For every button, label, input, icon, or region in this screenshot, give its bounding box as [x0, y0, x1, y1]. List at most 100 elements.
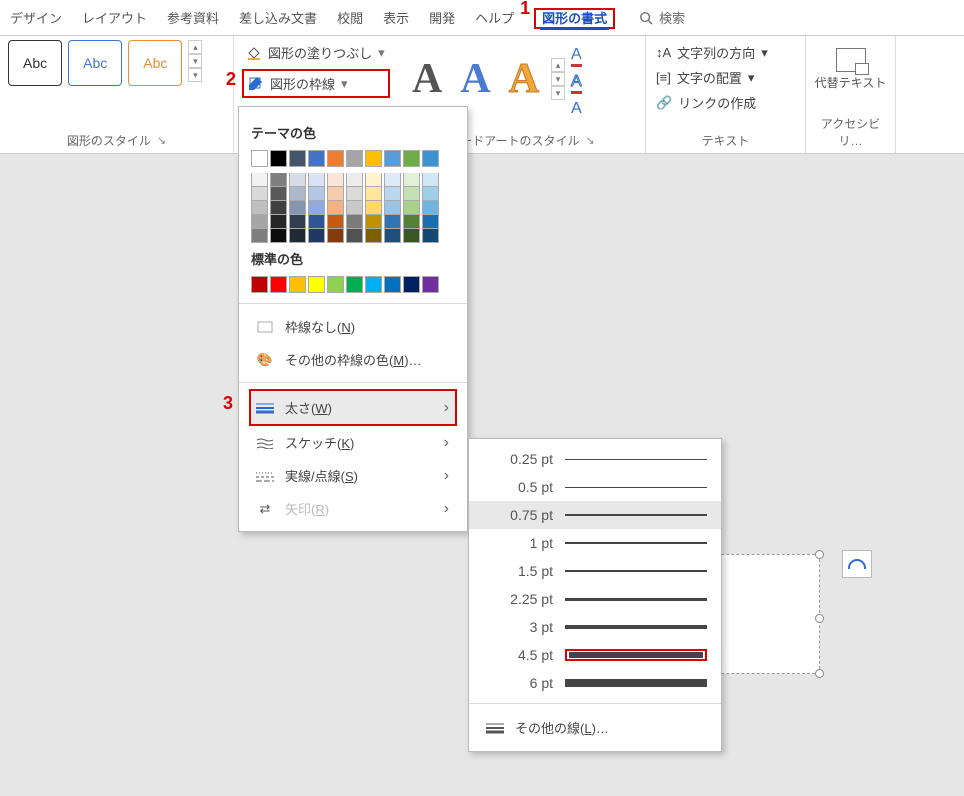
color-swatch[interactable]	[327, 229, 344, 243]
color-swatch[interactable]	[308, 187, 325, 201]
shape-style-2[interactable]: Abc	[68, 40, 122, 86]
color-swatch[interactable]	[403, 276, 420, 293]
tab-shape-format[interactable]: 図形の書式	[534, 8, 615, 29]
weight-option[interactable]: 1 pt	[469, 529, 721, 557]
color-swatch[interactable]	[422, 150, 439, 167]
color-swatch[interactable]	[422, 187, 439, 201]
shape-fill-button[interactable]: 図形の塗りつぶし ▾	[242, 40, 390, 65]
text-outline-icon[interactable]: A	[571, 73, 582, 94]
color-swatch[interactable]	[327, 201, 344, 215]
color-swatch[interactable]	[365, 215, 382, 229]
alt-text-button[interactable]: 代替テキスト	[814, 40, 887, 90]
tab-help[interactable]: ヘルプ	[475, 8, 514, 27]
color-swatch[interactable]	[365, 229, 382, 243]
color-swatch[interactable]	[346, 215, 363, 229]
text-fill-icon[interactable]: A	[571, 46, 582, 67]
color-swatch[interactable]	[289, 229, 306, 243]
weight-option[interactable]: 4.5 pt	[469, 641, 721, 669]
resize-handle[interactable]	[815, 614, 824, 623]
color-swatch[interactable]	[251, 173, 268, 187]
color-swatch[interactable]	[270, 187, 287, 201]
color-swatch[interactable]	[365, 173, 382, 187]
color-swatch[interactable]	[289, 201, 306, 215]
color-swatch[interactable]	[251, 229, 268, 243]
color-swatch[interactable]	[289, 187, 306, 201]
color-swatch[interactable]	[346, 229, 363, 243]
weight-option[interactable]: 0.75 pt	[469, 501, 721, 529]
color-swatch[interactable]	[365, 150, 382, 167]
color-swatch[interactable]	[308, 173, 325, 187]
color-swatch[interactable]	[422, 173, 439, 187]
weight-submenu-item[interactable]: 太さ(W)	[249, 389, 457, 426]
tab-layout[interactable]: レイアウト	[82, 8, 147, 27]
weight-option[interactable]: 1.5 pt	[469, 557, 721, 585]
color-swatch[interactable]	[327, 187, 344, 201]
color-swatch[interactable]	[346, 173, 363, 187]
weight-option[interactable]: 0.5 pt	[469, 473, 721, 501]
color-swatch[interactable]	[422, 276, 439, 293]
color-swatch[interactable]	[384, 229, 401, 243]
color-swatch[interactable]	[346, 150, 363, 167]
weight-option[interactable]: 0.25 pt	[469, 445, 721, 473]
color-swatch[interactable]	[308, 150, 325, 167]
color-swatch[interactable]	[403, 173, 420, 187]
color-swatch[interactable]	[251, 150, 268, 167]
no-outline-item[interactable]: 枠線なし(N)	[251, 310, 455, 343]
color-swatch[interactable]	[384, 201, 401, 215]
color-swatch[interactable]	[251, 276, 268, 293]
color-swatch[interactable]	[308, 229, 325, 243]
color-swatch[interactable]	[384, 215, 401, 229]
layout-options-button[interactable]	[842, 550, 872, 578]
color-swatch[interactable]	[403, 229, 420, 243]
color-swatch[interactable]	[384, 150, 401, 167]
color-swatch[interactable]	[365, 201, 382, 215]
color-swatch[interactable]	[270, 173, 287, 187]
more-lines-item[interactable]: その他の線(L)…	[469, 710, 721, 745]
color-swatch[interactable]	[365, 276, 382, 293]
color-swatch[interactable]	[251, 215, 268, 229]
color-swatch[interactable]	[422, 229, 439, 243]
tab-design[interactable]: デザイン	[10, 8, 62, 27]
color-swatch[interactable]	[327, 276, 344, 293]
color-swatch[interactable]	[270, 229, 287, 243]
color-swatch[interactable]	[346, 201, 363, 215]
color-swatch[interactable]	[251, 187, 268, 201]
wordart-style-1[interactable]: A	[406, 55, 448, 103]
wordart-spinner[interactable]: ▴▾▾	[551, 58, 565, 100]
color-swatch[interactable]	[308, 276, 325, 293]
color-swatch[interactable]	[384, 173, 401, 187]
shape-outline-button[interactable]: 図形の枠線 ▾	[242, 69, 390, 98]
color-swatch[interactable]	[384, 187, 401, 201]
sketch-submenu-item[interactable]: スケッチ(K)	[251, 426, 455, 459]
color-swatch[interactable]	[346, 187, 363, 201]
color-swatch[interactable]	[346, 276, 363, 293]
color-swatch[interactable]	[422, 201, 439, 215]
color-swatch[interactable]	[327, 215, 344, 229]
color-swatch[interactable]	[251, 201, 268, 215]
weight-option[interactable]: 3 pt	[469, 613, 721, 641]
weight-option[interactable]: 2.25 pt	[469, 585, 721, 613]
color-swatch[interactable]	[270, 276, 287, 293]
tab-review[interactable]: 校閲	[337, 8, 363, 27]
search-box[interactable]: 検索	[639, 8, 685, 27]
color-swatch[interactable]	[384, 276, 401, 293]
tab-references[interactable]: 参考資料	[167, 8, 219, 27]
color-swatch[interactable]	[422, 215, 439, 229]
color-swatch[interactable]	[403, 201, 420, 215]
color-swatch[interactable]	[327, 150, 344, 167]
shape-style-spinner[interactable]: ▴▾▾	[188, 40, 202, 82]
text-effects-icon[interactable]: A	[571, 100, 582, 118]
color-swatch[interactable]	[289, 215, 306, 229]
tab-view[interactable]: 表示	[383, 8, 409, 27]
dialog-launcher-icon[interactable]: ↘	[586, 134, 595, 147]
shape-style-1[interactable]: Abc	[8, 40, 62, 86]
text-direction-button[interactable]: ↕A文字列の方向 ▾	[654, 40, 797, 65]
color-swatch[interactable]	[308, 201, 325, 215]
wordart-style-3[interactable]: A	[503, 55, 545, 103]
tab-mailings[interactable]: 差し込み文書	[239, 8, 317, 27]
resize-handle[interactable]	[815, 550, 824, 559]
color-swatch[interactable]	[289, 276, 306, 293]
color-swatch[interactable]	[270, 215, 287, 229]
dashes-submenu-item[interactable]: 実線/点線(S)	[251, 459, 455, 492]
tab-developer[interactable]: 開発	[429, 8, 455, 27]
